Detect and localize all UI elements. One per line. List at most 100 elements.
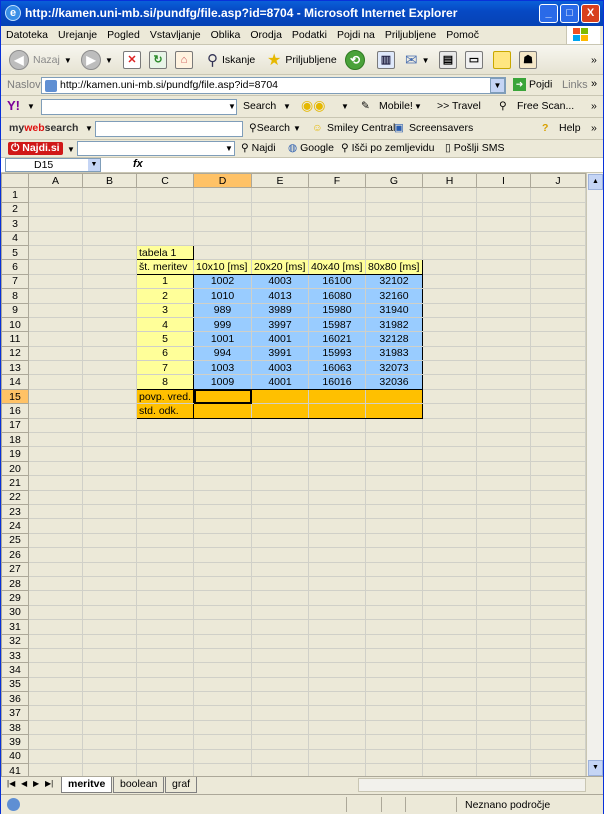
cell[interactable] xyxy=(193,676,252,693)
cell[interactable] xyxy=(530,288,586,304)
cell[interactable] xyxy=(308,489,366,505)
data-cell[interactable]: 32160 xyxy=(365,288,423,304)
cell[interactable] xyxy=(193,734,252,750)
cell[interactable] xyxy=(82,302,137,318)
cell[interactable] xyxy=(530,432,586,448)
cell[interactable] xyxy=(308,575,366,592)
cell[interactable] xyxy=(476,575,531,592)
data-cell[interactable]: 32073 xyxy=(365,360,423,376)
cell[interactable] xyxy=(28,316,83,333)
cell[interactable] xyxy=(308,604,366,621)
row-header[interactable]: 34 xyxy=(1,662,29,678)
cell[interactable] xyxy=(476,719,531,736)
cell[interactable] xyxy=(136,460,194,477)
menu-orodja[interactable]: Orodja xyxy=(245,26,287,41)
menu-pogled[interactable]: Pogled xyxy=(102,26,145,41)
cell[interactable] xyxy=(422,273,477,290)
cell[interactable] xyxy=(136,432,194,448)
cell[interactable] xyxy=(193,662,252,678)
cell[interactable] xyxy=(476,360,531,376)
cell[interactable] xyxy=(251,676,309,693)
go-button[interactable]: ➜ Pojdi xyxy=(513,78,552,91)
data-cell[interactable]: 16100 xyxy=(308,273,366,290)
cell[interactable] xyxy=(82,460,137,477)
cell[interactable] xyxy=(136,691,194,707)
cell[interactable] xyxy=(251,719,309,736)
cell[interactable] xyxy=(476,302,531,318)
cell[interactable] xyxy=(193,532,252,549)
cell[interactable] xyxy=(28,503,83,520)
column-header-i[interactable]: I xyxy=(476,172,531,189)
cell[interactable] xyxy=(365,518,423,534)
data-cell[interactable]: 7 xyxy=(136,360,194,376)
cell[interactable] xyxy=(422,201,477,218)
cell[interactable] xyxy=(365,432,423,448)
cell[interactable] xyxy=(82,201,137,218)
data-cell[interactable]: 5 xyxy=(136,331,194,347)
cell[interactable] xyxy=(28,662,83,678)
cell[interactable] xyxy=(28,547,83,563)
cell[interactable] xyxy=(251,604,309,621)
mywebsearch-dropdown-icon[interactable]: ▼ xyxy=(85,124,93,133)
row-header[interactable]: 37 xyxy=(1,705,29,721)
table-header-cell[interactable]: 10x10 [ms] xyxy=(193,259,252,275)
cell[interactable] xyxy=(251,230,309,246)
cell[interactable] xyxy=(28,259,83,275)
cell[interactable] xyxy=(308,417,366,434)
cell[interactable] xyxy=(530,489,586,505)
cell[interactable] xyxy=(82,259,137,275)
cell[interactable] xyxy=(82,590,137,606)
yahoo-y-icon[interactable]: Y! xyxy=(7,98,20,113)
row-header[interactable]: 16 xyxy=(1,403,29,419)
cell[interactable] xyxy=(476,561,531,577)
summary-value-cell[interactable] xyxy=(251,403,309,419)
cell[interactable] xyxy=(308,460,366,477)
cell[interactable] xyxy=(308,446,366,462)
cell[interactable] xyxy=(530,273,586,290)
cell[interactable] xyxy=(365,561,423,577)
cell[interactable] xyxy=(82,734,137,750)
row-header[interactable]: 11 xyxy=(1,331,29,347)
cell[interactable] xyxy=(82,575,137,592)
cell[interactable] xyxy=(365,590,423,606)
yahoo-overflow-icon[interactable]: » xyxy=(591,100,597,112)
cell[interactable] xyxy=(308,187,366,203)
cell[interactable] xyxy=(530,244,586,261)
cell[interactable] xyxy=(82,691,137,707)
cell[interactable] xyxy=(530,705,586,721)
tab-graf[interactable]: graf xyxy=(165,777,198,793)
yahoo-input-dropdown-icon[interactable]: ▼ xyxy=(226,99,238,115)
cell[interactable] xyxy=(476,374,531,390)
cell[interactable] xyxy=(193,460,252,477)
smiley-central-button[interactable]: Smiley Central xyxy=(327,122,395,134)
data-cell[interactable]: 999 xyxy=(193,316,252,333)
cell[interactable] xyxy=(193,244,252,261)
cell[interactable] xyxy=(530,590,586,606)
cell[interactable] xyxy=(422,518,477,534)
row-header[interactable]: 35 xyxy=(1,676,29,693)
cell[interactable] xyxy=(365,633,423,649)
cell[interactable] xyxy=(193,446,252,462)
data-cell[interactable]: 31983 xyxy=(365,345,423,362)
data-cell[interactable]: 4001 xyxy=(251,331,309,347)
cell[interactable] xyxy=(308,748,366,765)
cell[interactable] xyxy=(365,460,423,477)
cell[interactable] xyxy=(82,489,137,505)
cell[interactable] xyxy=(251,662,309,678)
cell[interactable] xyxy=(422,590,477,606)
cell[interactable] xyxy=(476,244,531,261)
cell[interactable] xyxy=(82,331,137,347)
data-cell[interactable]: 3 xyxy=(136,302,194,318)
cell[interactable] xyxy=(82,662,137,678)
cell[interactable] xyxy=(28,345,83,362)
next-sheet-icon[interactable]: ▶ xyxy=(33,779,39,788)
cell[interactable] xyxy=(28,302,83,318)
cell[interactable] xyxy=(530,201,586,218)
cell[interactable] xyxy=(193,633,252,649)
cell[interactable] xyxy=(422,547,477,563)
toolbar-overflow[interactable]: » xyxy=(591,49,597,71)
refresh-button[interactable]: ↻ xyxy=(149,49,167,71)
cell[interactable] xyxy=(530,619,586,635)
cell[interactable] xyxy=(476,604,531,621)
row-header[interactable]: 1 xyxy=(1,187,29,203)
